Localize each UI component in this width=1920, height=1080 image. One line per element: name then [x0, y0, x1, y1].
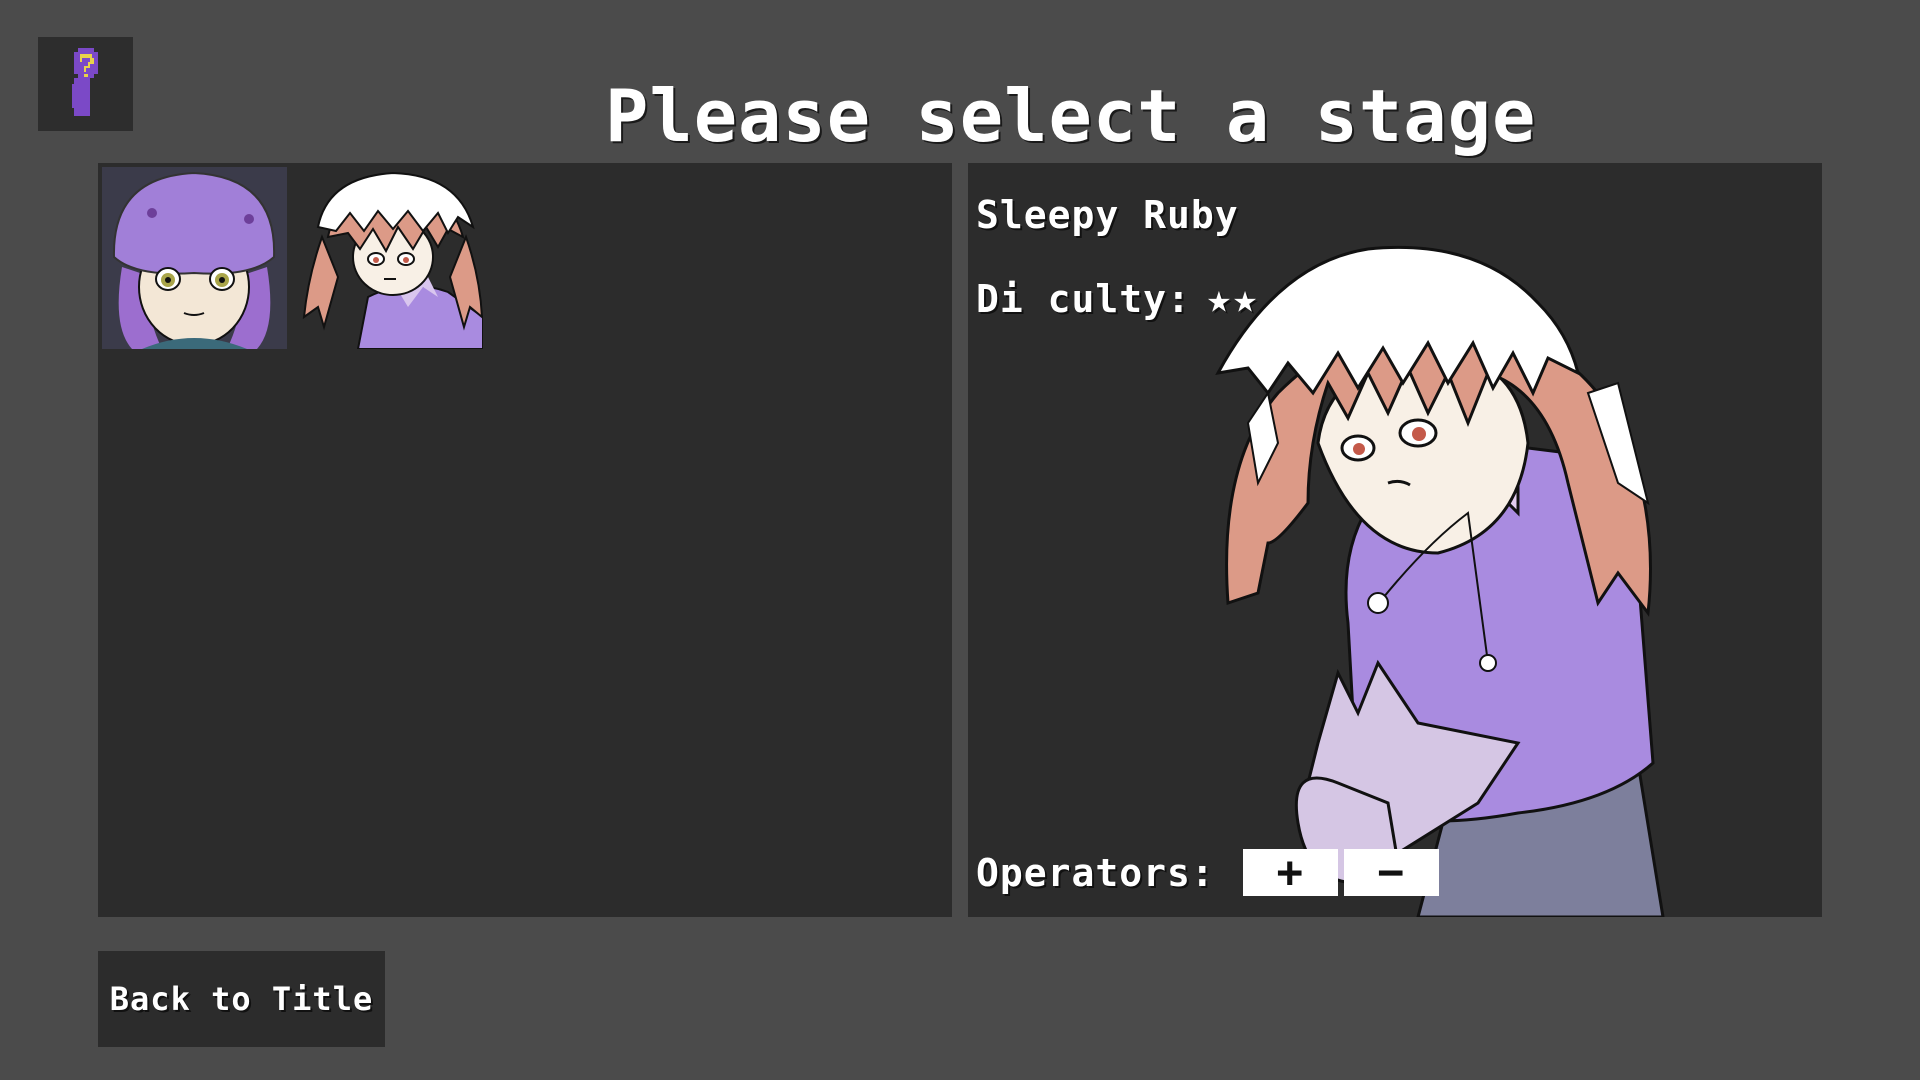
- stage-grid: [98, 163, 952, 917]
- difficulty-label: Di culty:: [976, 277, 1191, 321]
- stage-detail-panel: Sleepy Ruby Di culty: ★★ Operators: + −: [968, 163, 1822, 917]
- stage-thumb-jellyfish-girl[interactable]: [102, 167, 287, 349]
- stage-thumb-sleepy-ruby[interactable]: [298, 167, 483, 349]
- sleepy-ruby-character-art: [1215, 245, 1665, 917]
- operator-minus-badge: −: [1343, 847, 1439, 898]
- operators-row: Operators: + −: [976, 847, 1439, 898]
- jellyfish-girl-portrait: [102, 167, 287, 349]
- stage-name: Sleepy Ruby: [976, 193, 1239, 237]
- operators-label: Operators:: [976, 850, 1215, 895]
- sleepy-ruby-portrait: [298, 167, 483, 349]
- operator-plus-badge: +: [1242, 847, 1338, 898]
- page-title: Please select a stage: [605, 74, 1537, 158]
- back-to-title-button[interactable]: Back to Title: [98, 951, 385, 1047]
